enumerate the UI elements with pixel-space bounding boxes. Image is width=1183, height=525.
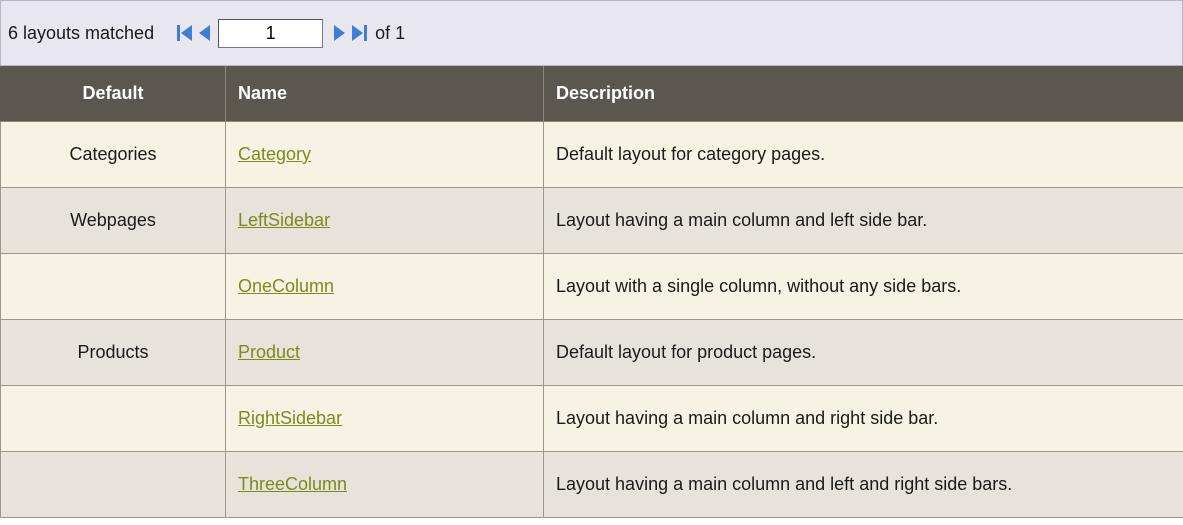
cell-name: Category: [225, 121, 544, 188]
cell-description: Layout having a main column and left sid…: [543, 187, 1183, 254]
column-header-name[interactable]: Name: [225, 66, 544, 122]
cell-default: Categories: [0, 121, 226, 188]
table-header-row: Default Name Description: [0, 66, 1183, 122]
layout-link[interactable]: OneColumn: [238, 276, 334, 296]
layout-link[interactable]: RightSidebar: [238, 408, 342, 428]
column-header-default[interactable]: Default: [0, 66, 226, 122]
cell-name: LeftSidebar: [225, 187, 544, 254]
table-row: OneColumn Layout with a single column, w…: [0, 253, 1183, 320]
cell-name: OneColumn: [225, 253, 544, 320]
cell-name: Product: [225, 319, 544, 386]
cell-description: Default layout for product pages.: [543, 319, 1183, 386]
table-row: ThreeColumn Layout having a main column …: [0, 451, 1183, 518]
cell-description: Layout having a main column and left and…: [543, 451, 1183, 518]
cell-description: Layout having a main column and right si…: [543, 385, 1183, 452]
cell-default: [0, 451, 226, 518]
matched-count: 6 layouts matched: [8, 22, 155, 43]
cell-default: Products: [0, 319, 226, 386]
page-number-input[interactable]: [218, 18, 324, 48]
table-row: Products Product Default layout for prod…: [0, 319, 1183, 386]
cell-default: Webpages: [0, 187, 226, 254]
cell-name: ThreeColumn: [225, 451, 544, 518]
cell-default: [0, 253, 226, 320]
prev-page-icon[interactable]: [195, 21, 215, 45]
column-header-description[interactable]: Description: [543, 66, 1183, 122]
cell-description: Layout with a single column, without any…: [543, 253, 1183, 320]
page-total: of 1: [375, 22, 406, 43]
next-page-icon[interactable]: [329, 21, 349, 45]
layout-link[interactable]: ThreeColumn: [238, 474, 347, 494]
first-page-icon[interactable]: [175, 21, 195, 45]
cell-default: [0, 385, 226, 452]
table-row: Categories Category Default layout for c…: [0, 121, 1183, 188]
last-page-icon[interactable]: [349, 21, 369, 45]
pager-bar: 6 layouts matched of 1: [0, 0, 1183, 66]
table-row: Webpages LeftSidebar Layout having a mai…: [0, 187, 1183, 254]
layouts-grid: 6 layouts matched of 1: [0, 0, 1183, 525]
layouts-table: Default Name Description Categories Cate…: [0, 66, 1183, 518]
cell-name: RightSidebar: [225, 385, 544, 452]
layout-link[interactable]: Product: [238, 342, 300, 362]
layout-link[interactable]: LeftSidebar: [238, 210, 330, 230]
layout-link[interactable]: Category: [238, 144, 311, 164]
cell-description: Default layout for category pages.: [543, 121, 1183, 188]
table-row: RightSidebar Layout having a main column…: [0, 385, 1183, 452]
